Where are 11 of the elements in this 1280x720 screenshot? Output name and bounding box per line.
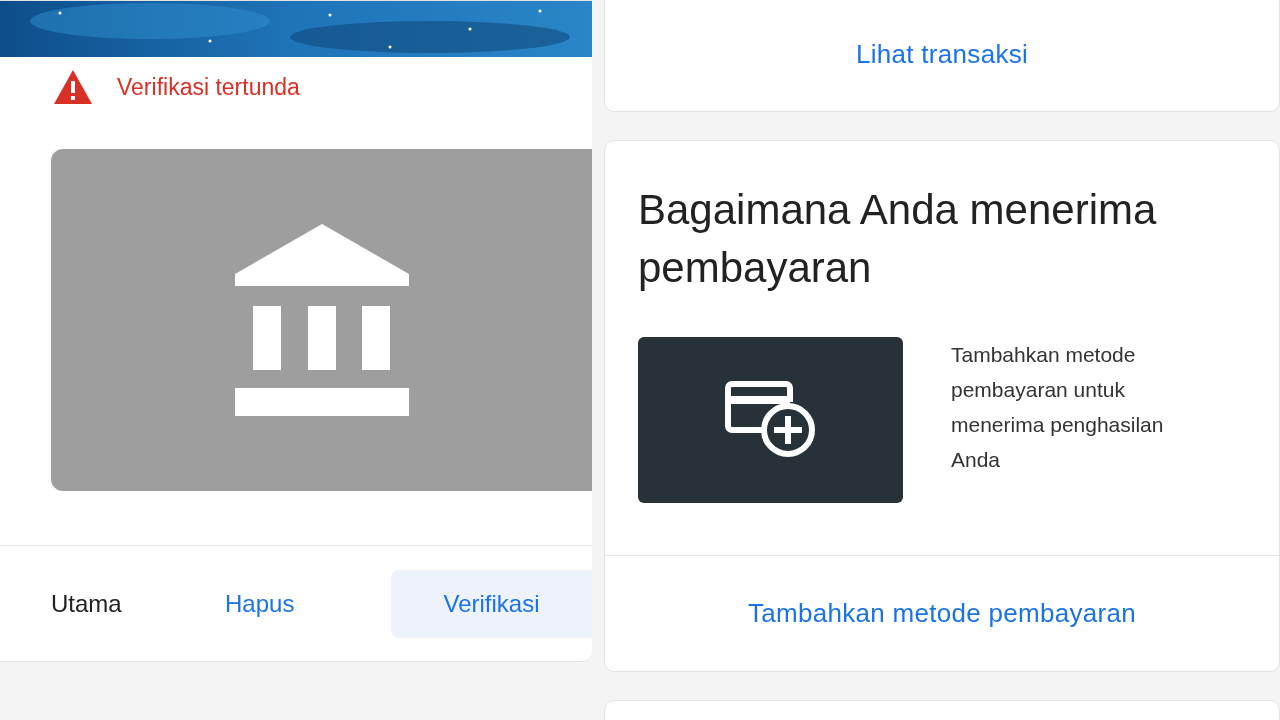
warning-icon <box>53 69 93 105</box>
verify-button[interactable]: Verifikasi <box>391 569 592 638</box>
status-text: Verifikasi tertunda <box>117 73 300 101</box>
view-transactions-link[interactable]: Lihat transaksi <box>855 38 1029 70</box>
card-plus-icon <box>723 380 818 460</box>
card-title: Bagaimana Anda menerima pembayaran <box>638 185 1158 293</box>
primary-label: Utama <box>51 589 123 618</box>
add-payment-link[interactable]: Tambahkan metode pembayaran <box>747 598 1137 629</box>
card-description: Tambahkan metode pembayaran untuk menerima penghasilan Anda <box>951 342 1165 473</box>
remove-link[interactable]: Hapus <box>225 589 391 618</box>
bank-icon <box>234 224 409 416</box>
